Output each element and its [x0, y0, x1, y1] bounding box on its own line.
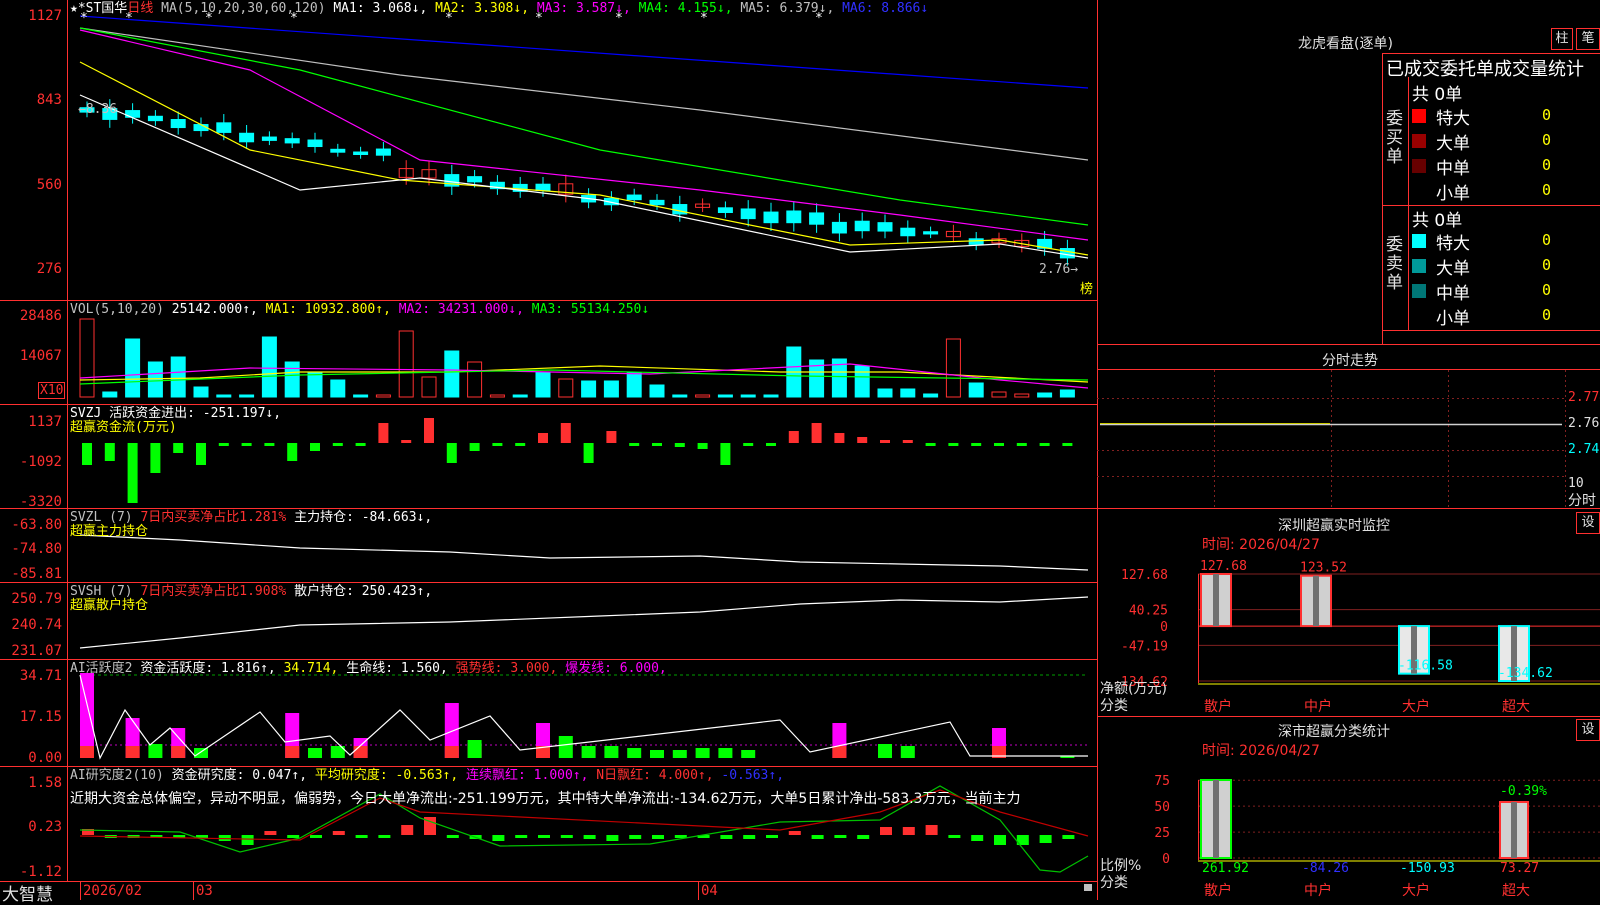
class-bar-chart[interactable]: 75 50 25 0 261.92 散户 -84.26 中户 -150.93 大户 73.27 超大 — [0, 0, 1600, 900]
class-y-tick: 75 — [1154, 774, 1170, 789]
class-ylabel: 比例% — [1100, 858, 1142, 874]
class-category: 散户 — [1204, 882, 1232, 899]
class-bar-shade — [1511, 802, 1517, 858]
class-bar-label: -150.93 — [1400, 861, 1455, 876]
class-category: 超大 — [1502, 883, 1530, 899]
class-bar-label: -84.26 — [1302, 861, 1349, 876]
class-y-tick: 50 — [1154, 800, 1170, 815]
class-y-tick: 25 — [1154, 826, 1170, 841]
class-bar-label: 73.27 — [1500, 861, 1539, 876]
class-bar-label: 261.92 — [1202, 861, 1249, 876]
class-pct-label: -0.39% — [1500, 784, 1547, 799]
class-bar-shade — [1213, 780, 1219, 858]
class-category: 大户 — [1402, 882, 1430, 899]
class-category: 中户 — [1304, 882, 1332, 899]
class-y-tick: 0 — [1162, 852, 1170, 867]
class-xlabel: 分类 — [1100, 875, 1128, 891]
